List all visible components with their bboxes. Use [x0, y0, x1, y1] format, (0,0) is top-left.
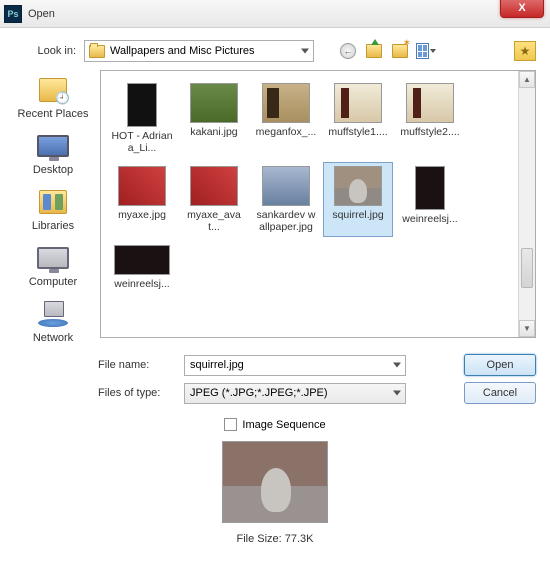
filetype-combo[interactable]: JPEG (*.JPG;*.JPEG;*.JPE): [184, 383, 406, 404]
filetype-label: Files of type:: [98, 387, 174, 399]
chevron-down-icon: [430, 49, 436, 53]
place-desktop[interactable]: Desktop: [33, 130, 73, 176]
file-item[interactable]: muffstyle1....: [323, 79, 393, 158]
recent-icon: [39, 78, 67, 102]
bottom-form: File name: squirrel.jpg Open Files of ty…: [98, 354, 536, 404]
file-item[interactable]: kakani.jpg: [179, 79, 249, 158]
lookin-row: Look in: Wallpapers and Misc Pictures ← …: [14, 40, 536, 62]
file-item[interactable]: weinreelsj...: [107, 241, 177, 294]
file-item[interactable]: muffstyle2....: [395, 79, 465, 158]
cancel-button[interactable]: Cancel: [464, 382, 536, 404]
thumbnail: [127, 83, 157, 127]
thumbnail: [334, 166, 382, 206]
nav-icons: ←: [338, 41, 436, 61]
place-network[interactable]: Network: [33, 298, 73, 344]
thumbnail: [415, 166, 445, 210]
file-item[interactable]: sankardev wallpaper.jpg: [251, 162, 321, 237]
chevron-down-icon: [393, 363, 401, 368]
file-item[interactable]: myaxe.jpg: [107, 162, 177, 237]
file-item[interactable]: meganfox_...: [251, 79, 321, 158]
place-libraries[interactable]: Libraries: [32, 186, 74, 232]
thumbnail: [406, 83, 454, 123]
thumbnail: [262, 166, 310, 206]
up-one-level-button[interactable]: [364, 41, 384, 61]
image-sequence-row: Image Sequence: [14, 418, 536, 431]
file-item[interactable]: HOT - Adriana_Li...: [107, 79, 177, 158]
thumbnail: [190, 166, 238, 206]
app-icon: Ps: [4, 5, 22, 23]
favorites-button[interactable]: ★: [514, 41, 536, 61]
chevron-down-icon: [301, 49, 309, 54]
titlebar: Ps Open X: [0, 0, 550, 28]
lookin-value: Wallpapers and Misc Pictures: [110, 45, 254, 57]
close-button[interactable]: X: [500, 0, 544, 18]
scroll-down-button[interactable]: ▼: [519, 320, 535, 337]
thumbnail: [262, 83, 310, 123]
thumbnail: [118, 166, 166, 206]
computer-icon: [37, 247, 69, 269]
file-item[interactable]: weinreelsj...: [395, 162, 465, 237]
file-list-pane: HOT - Adriana_Li... kakani.jpg meganfox_…: [100, 70, 536, 338]
file-item[interactable]: myaxe_avat...: [179, 162, 249, 237]
preview-image: [222, 441, 328, 523]
file-item-selected[interactable]: squirrel.jpg: [323, 162, 393, 237]
scroll-track[interactable]: [519, 88, 535, 320]
chevron-down-icon: [393, 391, 401, 396]
thumbnail: [334, 83, 382, 123]
back-button[interactable]: ←: [338, 41, 358, 61]
place-recent[interactable]: Recent Places: [18, 74, 89, 120]
image-sequence-label: Image Sequence: [242, 419, 325, 431]
desktop-icon: [37, 135, 69, 157]
scroll-up-button[interactable]: ▲: [519, 71, 535, 88]
thumbnail: [114, 245, 170, 275]
place-computer[interactable]: Computer: [29, 242, 77, 288]
open-button[interactable]: Open: [464, 354, 536, 376]
file-size-label: File Size: 77.3K: [236, 533, 313, 545]
network-icon: [38, 301, 68, 327]
libraries-icon: [39, 190, 67, 214]
preview-area: File Size: 77.3K: [14, 441, 536, 545]
filename-label: File name:: [98, 359, 174, 371]
dialog-body: Look in: Wallpapers and Misc Pictures ← …: [0, 28, 550, 555]
view-menu-button[interactable]: [416, 41, 436, 61]
new-folder-button[interactable]: [390, 41, 410, 61]
lookin-label: Look in:: [14, 45, 84, 57]
thumbnail: [190, 83, 238, 123]
lookin-combo[interactable]: Wallpapers and Misc Pictures: [84, 40, 314, 62]
filename-input[interactable]: squirrel.jpg: [184, 355, 406, 376]
main-row: Recent Places Desktop Libraries Computer…: [14, 70, 536, 344]
folder-icon: [89, 45, 105, 58]
scrollbar[interactable]: ▲ ▼: [518, 71, 535, 337]
scroll-thumb[interactable]: [521, 248, 533, 288]
image-sequence-checkbox[interactable]: [224, 418, 237, 431]
places-bar: Recent Places Desktop Libraries Computer…: [14, 70, 92, 344]
window-title: Open: [28, 8, 55, 20]
